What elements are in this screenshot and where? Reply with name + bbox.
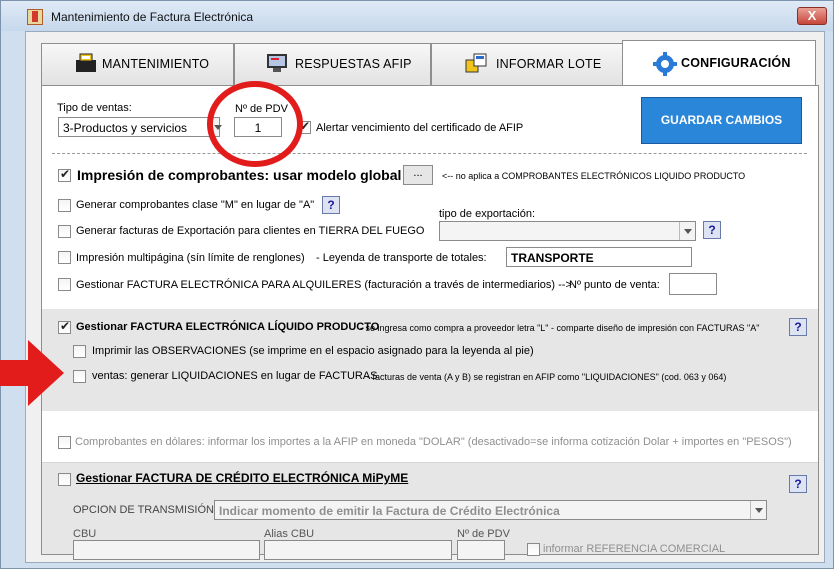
tipo-ventas-select[interactable]: 3-Productos y servicios bbox=[58, 117, 222, 137]
alert-cert-label: Alertar vencimiento del certificado de A… bbox=[316, 122, 524, 134]
liquido-producto-label: Gestionar FACTURA ELECTRÓNICA LÍQUIDO PR… bbox=[76, 321, 380, 333]
alert-cert-checkbox[interactable] bbox=[298, 119, 311, 134]
alias-cbu-input[interactable] bbox=[264, 540, 452, 560]
tab-respuestas-afip[interactable]: RESPUESTAS AFIP bbox=[234, 43, 431, 85]
tab-respuestas-label: RESPUESTAS AFIP bbox=[295, 57, 412, 71]
cbu-input[interactable] bbox=[73, 540, 260, 560]
punto-venta-input[interactable] bbox=[669, 273, 717, 295]
observaciones-checkbox[interactable] bbox=[73, 345, 86, 358]
pdv-input[interactable]: 1 bbox=[234, 117, 282, 137]
impresion-global-checkbox[interactable] bbox=[58, 167, 71, 182]
referencia-checkbox[interactable] bbox=[527, 543, 540, 556]
punto-venta-label: Nº punto de venta: bbox=[569, 279, 660, 291]
tab-informar-lote[interactable]: INFORMAR LOTE bbox=[431, 43, 623, 85]
ventas-liquidaciones-label: ventas: generar LIQUIDACIONES en lugar d… bbox=[92, 370, 378, 382]
transmision-select[interactable]: Indicar momento de emitir la Factura de … bbox=[214, 500, 767, 520]
multipagina-label: Impresión multipágina (sín límite de ren… bbox=[76, 252, 305, 264]
cbu-label: CBU bbox=[73, 528, 97, 540]
ventas-liquidaciones-note: - facturas de venta (A y B) se registran… bbox=[367, 372, 727, 382]
app-window: Mantenimiento de Factura Electrónica X M… bbox=[0, 0, 834, 569]
impresion-note: <-- no aplica a COMPROBANTES ELECTRÓNICO… bbox=[442, 171, 746, 181]
chevron-down-icon bbox=[750, 501, 766, 519]
divider bbox=[52, 153, 807, 154]
config-panel: Tipo de ventas: 3-Productos y servicios … bbox=[41, 85, 819, 560]
tipo-ventas-label: Tipo de ventas: bbox=[57, 102, 132, 114]
help-clase-m-button[interactable]: ? bbox=[322, 196, 340, 214]
client-area: MANTENIMIENTO RESPUESTAS AFIP INFORMAR L… bbox=[25, 31, 825, 563]
liquido-producto-section: Gestionar FACTURA ELECTRÓNICA LÍQUIDO PR… bbox=[42, 309, 818, 411]
tipo-exportacion-label: tipo de exportación: bbox=[439, 208, 536, 220]
title-bar: Mantenimiento de Factura Electrónica X bbox=[1, 1, 833, 31]
liquido-producto-note: - se ingresa como compra a proveedor let… bbox=[360, 323, 760, 333]
leyenda-value: TRANSPORTE bbox=[511, 251, 594, 265]
credito-checkbox[interactable] bbox=[58, 473, 71, 486]
dolares-label: Comprobantes en dólares: informar los im… bbox=[75, 436, 792, 448]
app-icon bbox=[27, 9, 43, 25]
modelo-global-button[interactable]: ... bbox=[403, 165, 433, 185]
transmision-label: OPCION DE TRANSMISIÓN: bbox=[73, 504, 218, 516]
alquileres-label: Gestionar FACTURA ELECTRÓNICA PARA ALQUI… bbox=[76, 279, 572, 291]
help-credito-button[interactable]: ? bbox=[789, 475, 807, 493]
dolares-checkbox[interactable] bbox=[58, 436, 71, 449]
leyenda-label: - Leyenda de transporte de totales: bbox=[316, 252, 487, 264]
leyenda-input[interactable]: TRANSPORTE bbox=[506, 247, 692, 267]
transmision-value: Indicar momento de emitir la Factura de … bbox=[219, 504, 560, 518]
batch-windows-icon bbox=[465, 53, 487, 73]
ventas-liquidaciones-checkbox[interactable] bbox=[73, 370, 86, 383]
alias-cbu-label: Alias CBU bbox=[264, 528, 315, 540]
pdv-value: 1 bbox=[254, 121, 262, 135]
liquido-producto-checkbox[interactable] bbox=[58, 319, 71, 334]
credito-label: Gestionar FACTURA DE CRÉDITO ELECTRÓNICA… bbox=[76, 471, 409, 485]
multipagina-checkbox[interactable] bbox=[58, 251, 71, 264]
credito-pdv-label: Nº de PDV bbox=[457, 528, 510, 540]
tab-configuracion-label: CONFIGURACIÓN bbox=[681, 56, 791, 70]
referencia-label: informar REFERENCIA COMERCIAL bbox=[543, 543, 726, 555]
tipo-exportacion-select[interactable] bbox=[439, 221, 696, 241]
clase-m-label: Generar comprobantes clase "M" en lugar … bbox=[76, 199, 315, 211]
exportacion-checkbox[interactable] bbox=[58, 225, 71, 238]
cash-register-icon bbox=[76, 53, 96, 72]
chevron-down-icon bbox=[679, 222, 695, 240]
chevron-down-icon bbox=[209, 118, 222, 136]
monitor-icon bbox=[267, 54, 287, 72]
close-button[interactable]: X bbox=[797, 7, 827, 25]
tab-mantenimiento[interactable]: MANTENIMIENTO bbox=[41, 43, 234, 85]
help-exportacion-button[interactable]: ? bbox=[703, 221, 721, 239]
pdv-label: Nº de PDV bbox=[235, 103, 288, 115]
save-button[interactable]: GUARDAR CAMBIOS bbox=[641, 97, 802, 144]
gear-icon bbox=[653, 52, 677, 76]
clase-m-checkbox[interactable] bbox=[58, 199, 71, 212]
help-liquido-button[interactable]: ? bbox=[789, 318, 807, 336]
impresion-global-label: Impresión de comprobantes: usar modelo g… bbox=[77, 167, 402, 183]
observaciones-label: Imprimir las OBSERVACIONES (se imprime e… bbox=[92, 345, 534, 357]
exportacion-label: Generar facturas de Exportación para cli… bbox=[76, 225, 425, 237]
tab-mantenimiento-label: MANTENIMIENTO bbox=[102, 57, 210, 71]
window-title: Mantenimiento de Factura Electrónica bbox=[51, 10, 254, 24]
credito-pdv-input[interactable] bbox=[457, 540, 505, 560]
tab-informar-lote-label: INFORMAR LOTE bbox=[496, 57, 602, 71]
alquileres-checkbox[interactable] bbox=[58, 278, 71, 291]
tab-configuracion[interactable]: CONFIGURACIÓN bbox=[622, 40, 816, 86]
tipo-ventas-value: 3-Productos y servicios bbox=[63, 121, 188, 135]
